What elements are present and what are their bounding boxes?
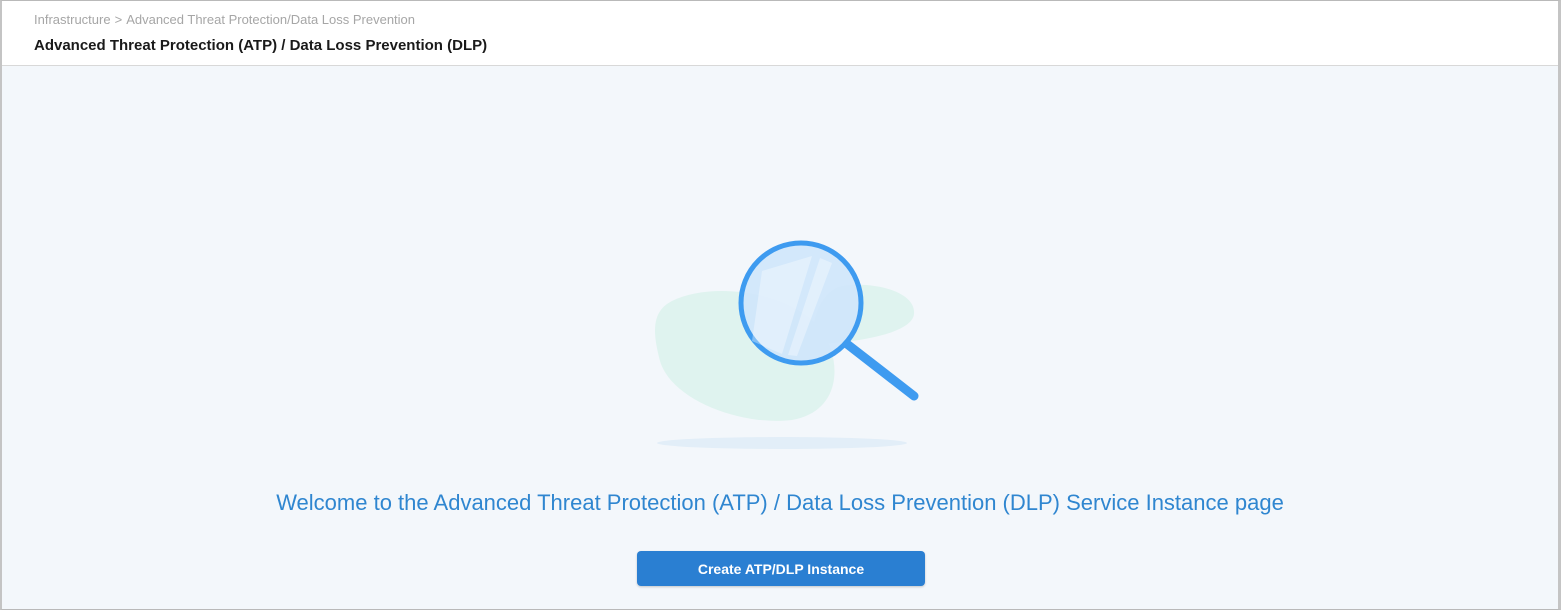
magnifier-handle (842, 339, 919, 401)
breadcrumb-current: Advanced Threat Protection/Data Loss Pre… (126, 12, 416, 27)
create-atp-dlp-instance-button[interactable]: Create ATP/DLP Instance (637, 551, 925, 586)
welcome-message: Welcome to the Advanced Threat Protectio… (276, 490, 1284, 515)
page-title: Advanced Threat Protection (ATP) / Data … (34, 37, 488, 54)
breadcrumb-root[interactable]: Infrastructure (34, 12, 111, 27)
magnifying-glass-icon (655, 240, 919, 449)
ground-shadow (657, 437, 907, 449)
empty-state: Welcome to the Advanced Threat Protectio… (2, 66, 1558, 609)
breadcrumb-separator: > (114, 12, 123, 27)
page-header: Infrastructure > Advanced Threat Protectio… (2, 1, 1558, 66)
breadcrumb: Infrastructure > Advanced Threat Protectio… (34, 12, 415, 27)
app-window: Infrastructure > Advanced Threat Protectio… (0, 0, 1561, 610)
